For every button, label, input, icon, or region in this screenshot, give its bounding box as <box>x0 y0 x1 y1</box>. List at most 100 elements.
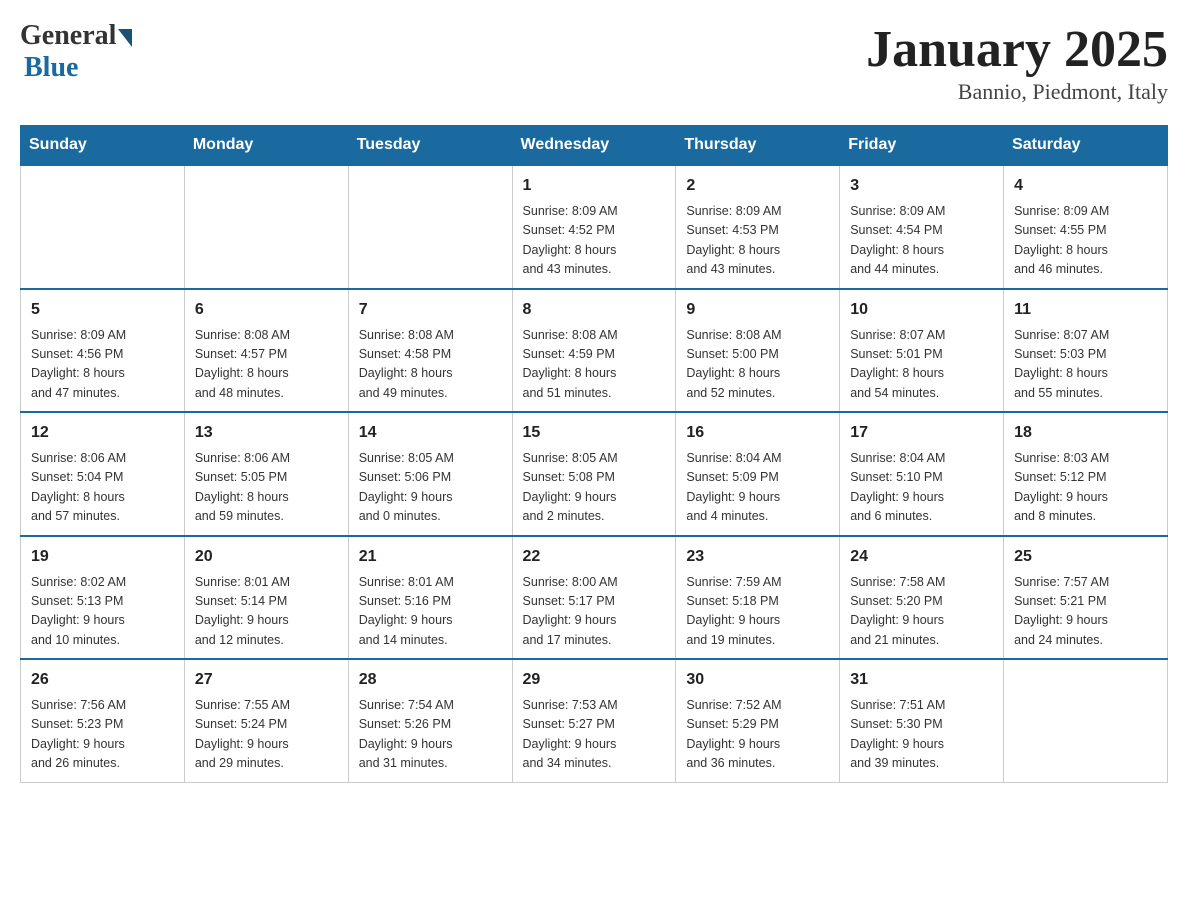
day-number: 6 <box>195 298 338 322</box>
day-number: 3 <box>850 174 993 198</box>
calendar-cell: 10 Sunrise: 8:07 AM Sunset: 5:01 PM Dayli… <box>840 289 1004 413</box>
calendar-week-row: 5Sunrise: 8:09 AM Sunset: 4:56 PM Daylig… <box>21 289 1168 413</box>
day-info: Sunrise: 8:09 AM Sunset: 4:55 PM Dayligh… <box>1014 202 1157 280</box>
day-number: 2 <box>686 174 829 198</box>
day-number: 10 <box>850 298 993 322</box>
calendar-cell: 15 Sunrise: 8:05 AM Sunset: 5:08 PM Dayli… <box>512 412 676 536</box>
day-info: Sunrise: 8:08 AM Sunset: 4:59 PM Dayligh… <box>523 326 666 404</box>
calendar-cell: 5Sunrise: 8:09 AM Sunset: 4:56 PM Daylig… <box>21 289 185 413</box>
day-number: 23 <box>686 545 829 569</box>
page-subtitle: Bannio, Piedmont, Italy <box>866 79 1168 105</box>
day-info: Sunrise: 8:07 AM Sunset: 5:01 PM Dayligh… <box>850 326 993 404</box>
calendar-cell: 24 Sunrise: 7:58 AM Sunset: 5:20 PM Dayli… <box>840 536 1004 660</box>
day-info: Sunrise: 8:09 AM Sunset: 4:53 PM Dayligh… <box>686 202 829 280</box>
calendar-cell: 7Sunrise: 8:08 AM Sunset: 4:58 PM Daylig… <box>348 289 512 413</box>
calendar-cell: 12 Sunrise: 8:06 AM Sunset: 5:04 PM Dayli… <box>21 412 185 536</box>
calendar-cell: 21 Sunrise: 8:01 AM Sunset: 5:16 PM Dayli… <box>348 536 512 660</box>
day-info: Sunrise: 7:57 AM Sunset: 5:21 PM Dayligh… <box>1014 573 1157 651</box>
calendar-cell: 4Sunrise: 8:09 AM Sunset: 4:55 PM Daylig… <box>1004 165 1168 289</box>
day-info: Sunrise: 8:04 AM Sunset: 5:09 PM Dayligh… <box>686 449 829 527</box>
day-number: 22 <box>523 545 666 569</box>
calendar-cell: 28 Sunrise: 7:54 AM Sunset: 5:26 PM Dayli… <box>348 659 512 782</box>
day-info: Sunrise: 8:08 AM Sunset: 5:00 PM Dayligh… <box>686 326 829 404</box>
day-number: 24 <box>850 545 993 569</box>
day-info: Sunrise: 7:53 AM Sunset: 5:27 PM Dayligh… <box>523 696 666 774</box>
day-number: 17 <box>850 421 993 445</box>
day-number: 19 <box>31 545 174 569</box>
calendar-cell: 13Sunrise: 8:06 AM Sunset: 5:05 PM Dayli… <box>184 412 348 536</box>
day-info: Sunrise: 7:56 AM Sunset: 5:23 PM Dayligh… <box>31 696 174 774</box>
day-info: Sunrise: 7:54 AM Sunset: 5:26 PM Dayligh… <box>359 696 502 774</box>
calendar-day-header: Friday <box>840 126 1004 166</box>
day-info: Sunrise: 8:09 AM Sunset: 4:52 PM Dayligh… <box>523 202 666 280</box>
calendar-day-header: Sunday <box>21 126 185 166</box>
day-info: Sunrise: 8:09 AM Sunset: 4:54 PM Dayligh… <box>850 202 993 280</box>
day-number: 11 <box>1014 298 1157 322</box>
day-number: 8 <box>523 298 666 322</box>
calendar-cell: 11 Sunrise: 8:07 AM Sunset: 5:03 PM Dayli… <box>1004 289 1168 413</box>
calendar-cell: 22Sunrise: 8:00 AM Sunset: 5:17 PM Dayli… <box>512 536 676 660</box>
calendar-cell: 3 Sunrise: 8:09 AM Sunset: 4:54 PM Daylig… <box>840 165 1004 289</box>
calendar-cell: 23Sunrise: 7:59 AM Sunset: 5:18 PM Dayli… <box>676 536 840 660</box>
calendar-header: SundayMondayTuesdayWednesdayThursdayFrid… <box>21 126 1168 166</box>
day-number: 1 <box>523 174 666 198</box>
day-info: Sunrise: 8:01 AM Sunset: 5:16 PM Dayligh… <box>359 573 502 651</box>
day-number: 12 <box>31 421 174 445</box>
day-number: 15 <box>523 421 666 445</box>
calendar-cell: 6 Sunrise: 8:08 AM Sunset: 4:57 PM Daylig… <box>184 289 348 413</box>
calendar-day-header: Thursday <box>676 126 840 166</box>
day-number: 31 <box>850 668 993 692</box>
calendar-cell: 30Sunrise: 7:52 AM Sunset: 5:29 PM Dayli… <box>676 659 840 782</box>
calendar-cell: 26 Sunrise: 7:56 AM Sunset: 5:23 PM Dayli… <box>21 659 185 782</box>
calendar-day-header: Tuesday <box>348 126 512 166</box>
day-info: Sunrise: 8:01 AM Sunset: 5:14 PM Dayligh… <box>195 573 338 651</box>
page-title: January 2025 <box>866 20 1168 79</box>
day-info: Sunrise: 7:51 AM Sunset: 5:30 PM Dayligh… <box>850 696 993 774</box>
day-info: Sunrise: 8:05 AM Sunset: 5:08 PM Dayligh… <box>523 449 666 527</box>
calendar-day-header: Wednesday <box>512 126 676 166</box>
calendar-cell: 31 Sunrise: 7:51 AM Sunset: 5:30 PM Dayli… <box>840 659 1004 782</box>
calendar-header-row: SundayMondayTuesdayWednesdayThursdayFrid… <box>21 126 1168 166</box>
calendar-cell: 19Sunrise: 8:02 AM Sunset: 5:13 PM Dayli… <box>21 536 185 660</box>
calendar-cell <box>348 165 512 289</box>
logo-blue-text: Blue <box>24 52 78 84</box>
day-number: 9 <box>686 298 829 322</box>
calendar-cell: 25 Sunrise: 7:57 AM Sunset: 5:21 PM Dayli… <box>1004 536 1168 660</box>
day-number: 21 <box>359 545 502 569</box>
calendar-cell: 17Sunrise: 8:04 AM Sunset: 5:10 PM Dayli… <box>840 412 1004 536</box>
day-info: Sunrise: 8:08 AM Sunset: 4:57 PM Dayligh… <box>195 326 338 404</box>
day-number: 26 <box>31 668 174 692</box>
calendar-cell: 9 Sunrise: 8:08 AM Sunset: 5:00 PM Daylig… <box>676 289 840 413</box>
day-number: 14 <box>359 421 502 445</box>
day-number: 25 <box>1014 545 1157 569</box>
calendar-week-row: 19Sunrise: 8:02 AM Sunset: 5:13 PM Dayli… <box>21 536 1168 660</box>
calendar-cell: 16 Sunrise: 8:04 AM Sunset: 5:09 PM Dayli… <box>676 412 840 536</box>
day-info: Sunrise: 8:08 AM Sunset: 4:58 PM Dayligh… <box>359 326 502 404</box>
day-number: 28 <box>359 668 502 692</box>
calendar-week-row: 1 Sunrise: 8:09 AM Sunset: 4:52 PM Daylig… <box>21 165 1168 289</box>
calendar-body: 1 Sunrise: 8:09 AM Sunset: 4:52 PM Daylig… <box>21 165 1168 782</box>
calendar-cell: 14Sunrise: 8:05 AM Sunset: 5:06 PM Dayli… <box>348 412 512 536</box>
day-info: Sunrise: 8:03 AM Sunset: 5:12 PM Dayligh… <box>1014 449 1157 527</box>
day-number: 30 <box>686 668 829 692</box>
day-info: Sunrise: 8:09 AM Sunset: 4:56 PM Dayligh… <box>31 326 174 404</box>
day-number: 20 <box>195 545 338 569</box>
calendar-cell: 20 Sunrise: 8:01 AM Sunset: 5:14 PM Dayli… <box>184 536 348 660</box>
day-info: Sunrise: 8:06 AM Sunset: 5:04 PM Dayligh… <box>31 449 174 527</box>
logo: General Blue <box>20 20 132 84</box>
day-number: 29 <box>523 668 666 692</box>
calendar-week-row: 12 Sunrise: 8:06 AM Sunset: 5:04 PM Dayli… <box>21 412 1168 536</box>
day-info: Sunrise: 7:55 AM Sunset: 5:24 PM Dayligh… <box>195 696 338 774</box>
day-info: Sunrise: 8:07 AM Sunset: 5:03 PM Dayligh… <box>1014 326 1157 404</box>
calendar-cell <box>21 165 185 289</box>
day-info: Sunrise: 7:58 AM Sunset: 5:20 PM Dayligh… <box>850 573 993 651</box>
logo-arrow-icon <box>118 29 132 47</box>
day-number: 18 <box>1014 421 1157 445</box>
calendar-cell <box>184 165 348 289</box>
calendar-day-header: Monday <box>184 126 348 166</box>
day-number: 13 <box>195 421 338 445</box>
calendar-cell: 18 Sunrise: 8:03 AM Sunset: 5:12 PM Dayli… <box>1004 412 1168 536</box>
day-number: 16 <box>686 421 829 445</box>
calendar-cell: 27Sunrise: 7:55 AM Sunset: 5:24 PM Dayli… <box>184 659 348 782</box>
title-block: January 2025 Bannio, Piedmont, Italy <box>866 20 1168 105</box>
